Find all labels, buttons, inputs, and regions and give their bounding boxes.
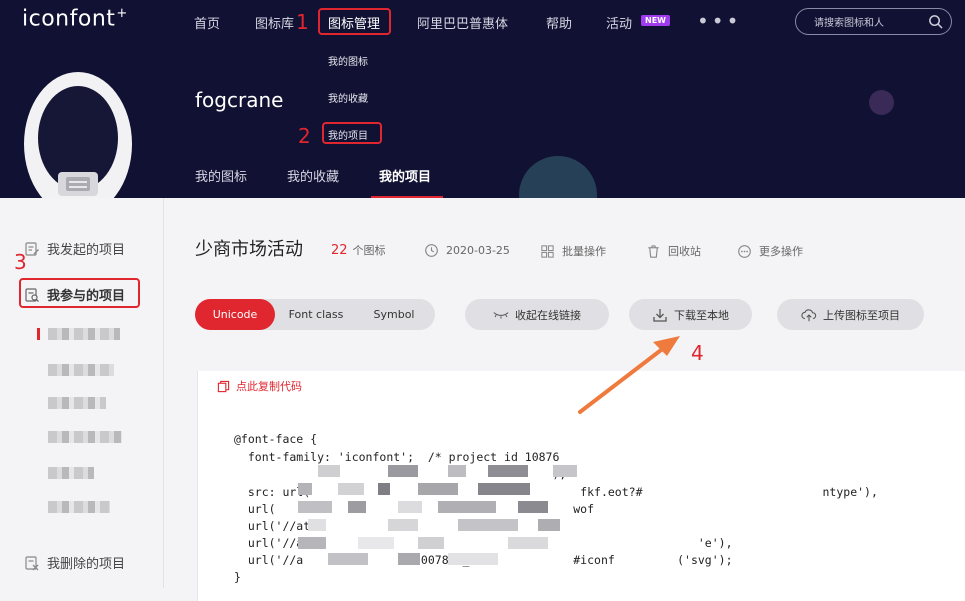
list-item[interactable] [48, 467, 94, 479]
more-circle-icon [738, 244, 751, 258]
annotation-1: 1 [296, 10, 309, 34]
search-icon[interactable] [928, 14, 943, 29]
nav-home[interactable]: 首页 [194, 13, 220, 32]
project-main: 少商市场活动 22 个图标 2020-03-25 批量操作 回收站 更多操作 U… [164, 198, 965, 601]
code-line: @font-face { [234, 432, 318, 446]
annotation-box-3 [19, 278, 140, 308]
decorative-dot [869, 90, 894, 115]
grid-icon [541, 244, 554, 258]
collapse-online-link-button[interactable]: 收起在线链接 [465, 299, 609, 330]
profile-hero: iconfont+ 首页 图标库 图标管理 阿里巴巴普惠体 帮助 活动 NEW … [0, 0, 965, 198]
tab-symbol[interactable]: Symbol [359, 299, 429, 330]
new-badge: NEW [641, 15, 670, 26]
project-title: 少商市场活动 [195, 239, 303, 260]
decorative-circle [519, 156, 597, 198]
tab-my-icons[interactable]: 我的图标 [195, 166, 247, 185]
list-item[interactable] [48, 431, 122, 443]
format-tabs: Unicode Font class Symbol [195, 299, 435, 330]
tab-my-favorites[interactable]: 我的收藏 [287, 166, 339, 185]
annotation-box-1 [318, 8, 391, 35]
nav-icon-library[interactable]: 图标库 [255, 13, 294, 32]
annotation-4: 4 [691, 341, 704, 365]
document-delete-icon [25, 555, 39, 570]
avatar[interactable] [22, 68, 134, 198]
active-project-indicator [37, 328, 40, 340]
annotation-2: 2 [298, 124, 311, 148]
tab-my-projects[interactable]: 我的项目 [379, 166, 431, 185]
cloud-upload-icon [801, 308, 817, 321]
sidebar-item-initiated[interactable]: 我发起的项目 [24, 239, 125, 258]
batch-operation[interactable]: 批量操作 [540, 243, 606, 259]
download-highlight [628, 299, 752, 332]
upload-icons-button[interactable]: 上传图标至项目 [777, 299, 924, 330]
list-item[interactable] [48, 328, 120, 340]
list-item[interactable] [48, 501, 110, 513]
code-block: @font-face { font-family: 'iconfont'; /*… [197, 371, 965, 601]
project-sidebar: 我发起的项目 我参与的项目 3 我删除的项目 [0, 198, 164, 588]
clock-icon [425, 244, 438, 257]
trash-icon [648, 244, 659, 258]
icon-count: 22 个图标 [331, 242, 386, 258]
tab-font-class[interactable]: Font class [279, 299, 353, 330]
dropdown-my-icons[interactable]: 我的图标 [328, 53, 368, 68]
recycle-bin[interactable]: 回收站 [646, 243, 701, 259]
dropdown-my-favorites[interactable]: 我的收藏 [328, 90, 368, 105]
copy-code-link[interactable]: 点此复制代码 [217, 378, 302, 394]
tab-unicode[interactable]: Unicode [195, 299, 275, 330]
search-box[interactable] [795, 8, 952, 35]
username: fogcrane [195, 88, 284, 112]
search-input[interactable] [812, 14, 926, 32]
copy-icon [217, 380, 230, 392]
sidebar-item-deleted[interactable]: 我删除的项目 [24, 553, 125, 572]
redaction-mosaic [278, 451, 658, 569]
annotation-box-2 [322, 122, 382, 144]
icon-count-value: 22 [331, 242, 348, 258]
sidebar-item-label: 我删除的项目 [47, 557, 126, 572]
eye-closed-icon [493, 311, 509, 319]
sidebar-item-label: 我发起的项目 [47, 243, 126, 258]
more-operations[interactable]: 更多操作 [737, 243, 803, 259]
icon-count-unit: 个图标 [352, 244, 386, 257]
more-menu-icon[interactable]: ••• [697, 9, 741, 33]
list-item[interactable] [48, 364, 114, 376]
project-date: 2020-03-25 [424, 243, 510, 258]
code-line: } [234, 570, 241, 584]
nav-help[interactable]: 帮助 [546, 13, 572, 32]
list-item[interactable] [48, 397, 106, 409]
annotation-3: 3 [14, 250, 27, 274]
iconfont-logo[interactable]: iconfont+ [22, 6, 128, 31]
nav-alibaba-font[interactable]: 阿里巴巴普惠体 [417, 13, 508, 32]
nav-activity[interactable]: 活动 [606, 13, 632, 32]
